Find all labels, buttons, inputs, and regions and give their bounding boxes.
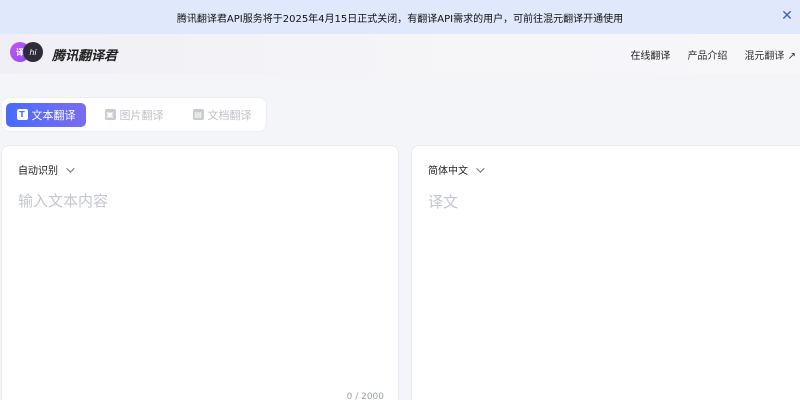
- source-language-label: 自动识别: [18, 166, 58, 177]
- brand-name: 腾讯翻译君: [52, 48, 118, 64]
- tab-image-translate[interactable]: ▣ 图片翻译: [104, 103, 164, 127]
- translation-output: 译文: [428, 193, 459, 211]
- logo-badge-right: hi: [23, 42, 43, 62]
- image-icon: ▣: [104, 109, 116, 120]
- tab-text-translate[interactable]: T 文本翻译: [6, 102, 86, 127]
- text-doc-icon: T: [16, 109, 28, 120]
- chevron-down-icon: [66, 163, 75, 173]
- target-language-label: 简体中文: [428, 166, 468, 177]
- nav-product-intro[interactable]: 产品介绍: [687, 47, 727, 62]
- logo[interactable]: 译 hi 腾讯翻译君: [10, 41, 117, 67]
- close-icon[interactable]: ✕: [780, 9, 794, 23]
- tab-document-translate[interactable]: ▤ 文档翻译: [192, 103, 252, 127]
- top-header: 译 hi 腾讯翻译君 在线翻译 产品介绍 混元翻译 ↗: [0, 34, 800, 74]
- char-counter: 0 / 2000: [346, 392, 384, 400]
- source-text-input[interactable]: [18, 190, 384, 390]
- document-icon: ▤: [192, 109, 204, 120]
- source-panel: 自动识别 0 / 2000: [1, 145, 399, 400]
- top-nav: 在线翻译 产品介绍 混元翻译 ↗: [630, 47, 796, 62]
- source-language-select[interactable]: 自动识别: [18, 162, 75, 177]
- target-language-select[interactable]: 简体中文: [428, 162, 485, 177]
- nav-hunyuan-translate[interactable]: 混元翻译 ↗: [744, 47, 796, 62]
- logo-mark: 译 hi: [10, 41, 44, 67]
- mode-tabs: T 文本翻译 ▣ 图片翻译 ▤ 文档翻译: [1, 97, 267, 132]
- tab-label: 文档翻译: [207, 108, 252, 122]
- tab-label: 图片翻译: [119, 108, 164, 122]
- announcement-banner: 腾讯翻译君API服务将于2025年4月15日正式关闭，有翻译API需求的用户，可…: [0, 0, 800, 34]
- tab-label: 文本翻译: [31, 108, 76, 122]
- target-panel: 简体中文 译文: [411, 145, 800, 400]
- nav-online-translate[interactable]: 在线翻译: [630, 47, 670, 62]
- banner-text: 腾讯翻译君API服务将于2025年4月15日正式关闭，有翻译API需求的用户，可…: [176, 13, 624, 25]
- chevron-down-icon: [476, 163, 485, 173]
